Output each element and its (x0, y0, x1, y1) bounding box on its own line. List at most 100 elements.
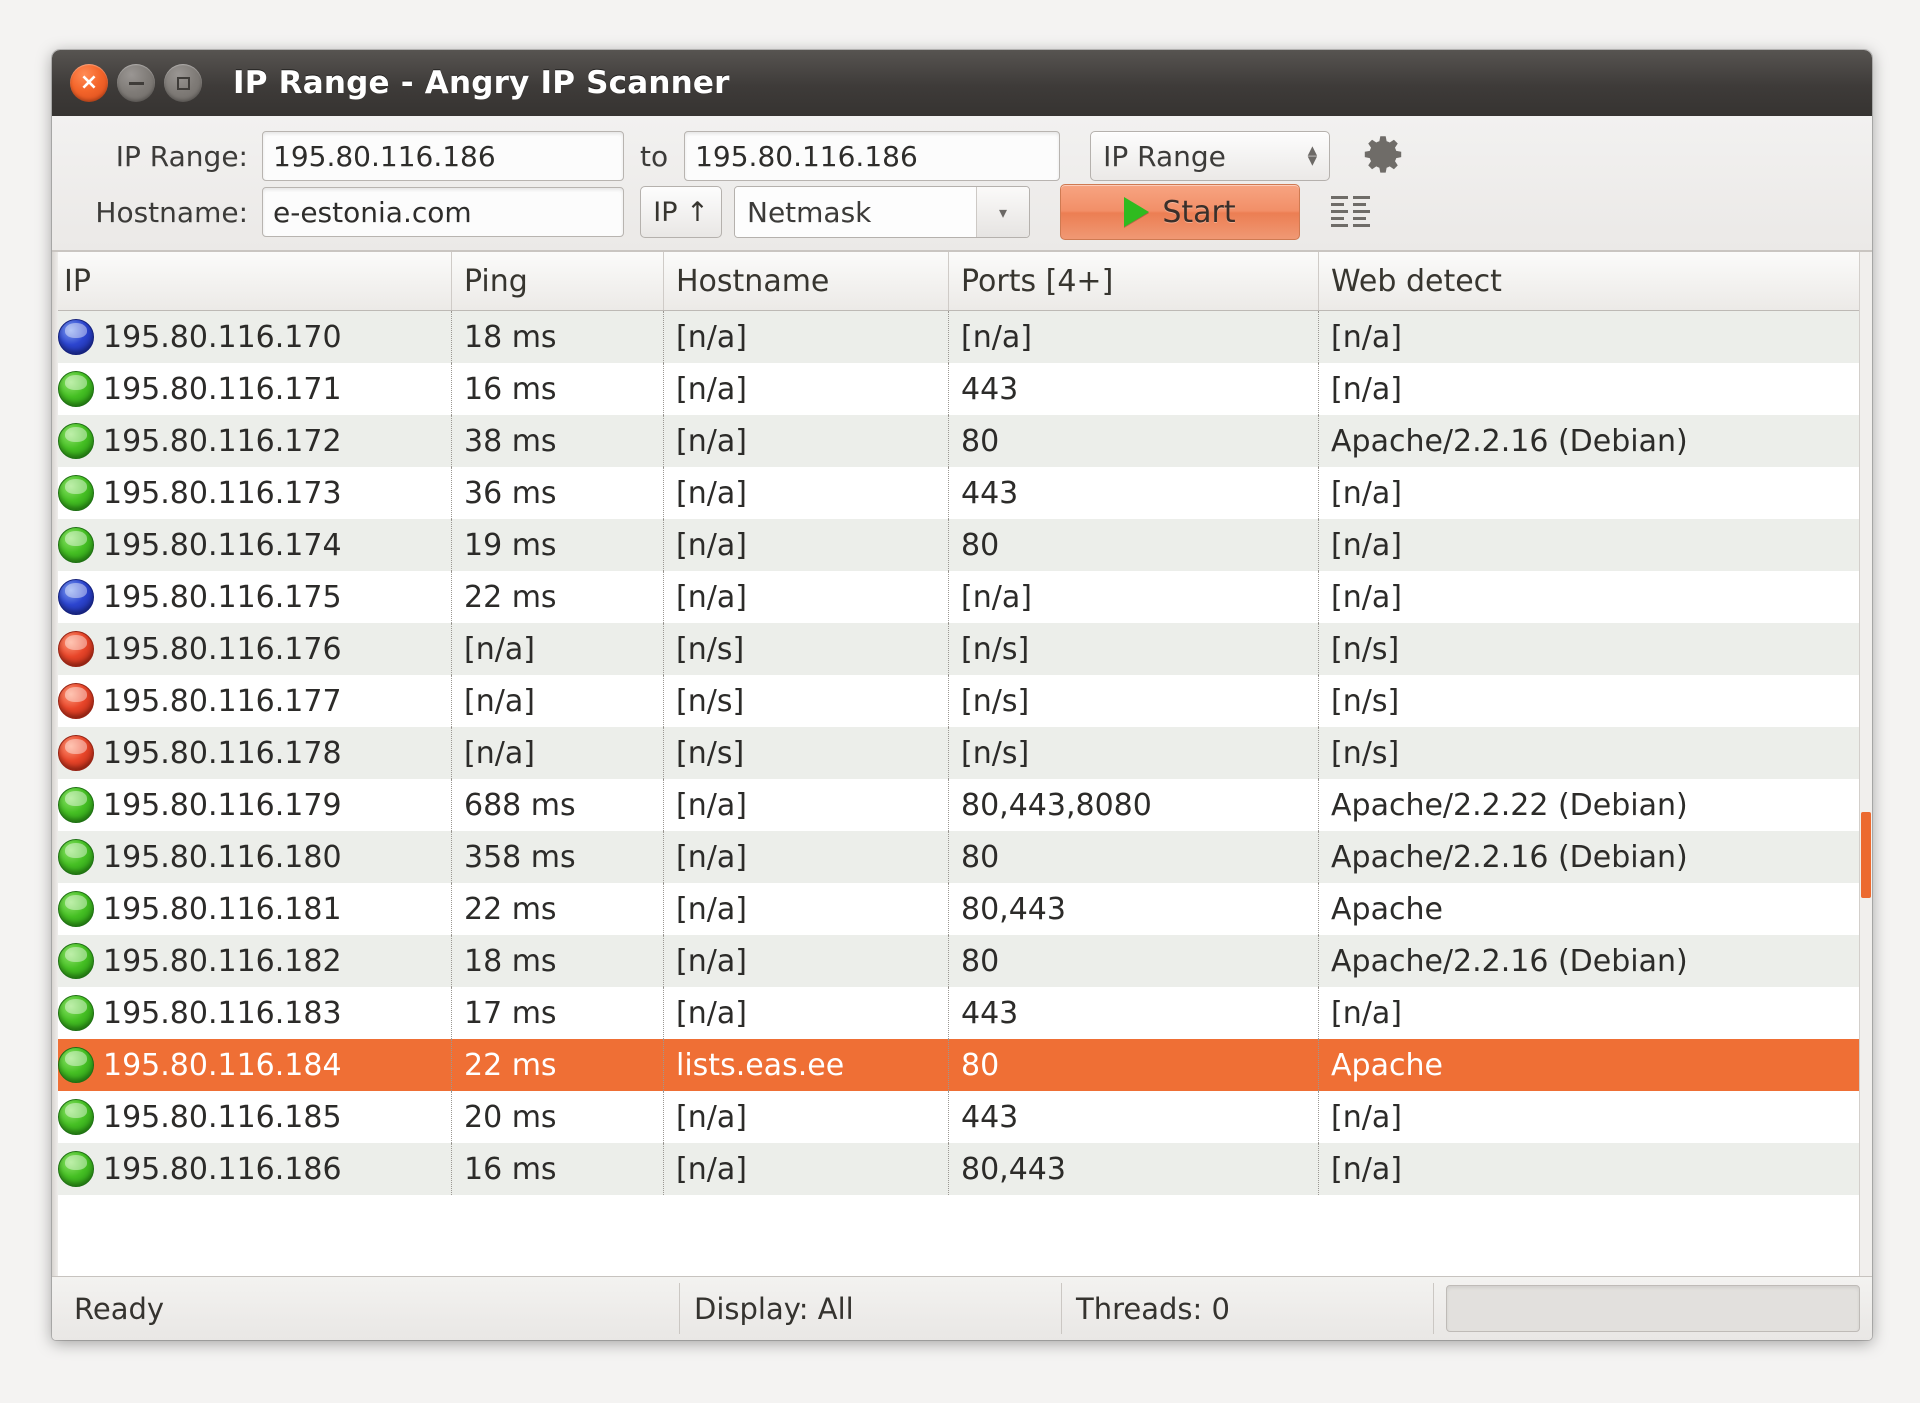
cell-ping: 38 ms (452, 415, 664, 467)
maximize-window-button[interactable] (164, 64, 202, 102)
cell-ip-label: 195.80.116.185 (103, 1099, 342, 1135)
table-row[interactable]: 195.80.116.185 20 ms [n/a] 443 [n/a] (52, 1091, 1872, 1143)
cell-ip-label: 195.80.116.175 (103, 579, 342, 615)
maximize-icon (164, 64, 202, 102)
netmask-combobox[interactable]: Netmask ▾ (734, 186, 1030, 238)
cell-ip: 195.80.116.174 (52, 519, 452, 571)
ip-up-button[interactable]: IP ↑ (640, 186, 722, 238)
cell-ports: [n/s] (949, 675, 1319, 727)
table-row[interactable]: 195.80.116.173 36 ms [n/a] 443 [n/a] (52, 467, 1872, 519)
vertical-scrollbar-thumb[interactable] (1861, 812, 1871, 898)
cell-web-detect: Apache/2.2.16 (Debian) (1331, 943, 1688, 979)
chevron-down-icon[interactable]: ▾ (976, 187, 1029, 237)
column-header-hostname[interactable]: Hostname (664, 252, 949, 310)
cell-ip: 195.80.116.183 (52, 987, 452, 1039)
scan-progress-bar (1446, 1285, 1860, 1332)
columns-settings-button[interactable] (1326, 189, 1376, 235)
cell-ping: [n/a] (452, 727, 664, 779)
cell-hostname: lists.eas.ee (664, 1039, 949, 1091)
close-window-button[interactable]: × (70, 64, 108, 102)
table-row[interactable]: 195.80.116.174 19 ms [n/a] 80 [n/a] (52, 519, 1872, 571)
table-row[interactable]: 195.80.116.170 18 ms [n/a] [n/a] [n/a] (52, 311, 1872, 363)
status-green-icon (58, 527, 94, 563)
cell-hostname: [n/s] (664, 675, 949, 727)
cell-ip-label: 195.80.116.176 (103, 631, 342, 667)
table-left-edge (52, 252, 58, 1276)
table-row[interactable]: 195.80.116.186 16 ms [n/a] 80,443 [n/a] (52, 1143, 1872, 1195)
status-green-icon (58, 475, 94, 511)
cell-ip-label: 195.80.116.181 (103, 891, 342, 927)
cell-hostname: [n/a] (664, 935, 949, 987)
results-table: IP Ping Hostname Ports [4+] Web detect 1… (52, 251, 1872, 1276)
table-body: 195.80.116.170 18 ms [n/a] [n/a] [n/a] 195.80… (52, 311, 1872, 1276)
table-row[interactable]: 195.80.116.172 38 ms [n/a] 80 Apache/2.2.16 … (52, 415, 1872, 467)
feeder-select-value: IP Range (1103, 139, 1226, 173)
hostname-label: Hostname: (95, 195, 248, 229)
hostname-input[interactable] (262, 187, 624, 237)
preferences-button[interactable] (1356, 129, 1410, 183)
table-row[interactable]: 195.80.116.171 16 ms [n/a] 443 [n/a] (52, 363, 1872, 415)
cell-ip: 195.80.116.186 (52, 1143, 452, 1195)
table-row[interactable]: 195.80.116.178 [n/a] [n/s] [n/s] [n/s] (52, 727, 1872, 779)
vertical-scrollbar[interactable] (1859, 252, 1872, 1276)
status-green-icon (58, 1047, 94, 1083)
start-scan-button[interactable]: Start (1060, 184, 1300, 240)
status-red-icon (58, 631, 94, 667)
table-row[interactable]: 195.80.116.184 22 ms lists.eas.ee 80 Apache (52, 1039, 1872, 1091)
table-row[interactable]: 195.80.116.181 22 ms [n/a] 80,443 Apache (52, 883, 1872, 935)
table-row[interactable]: 195.80.116.179 688 ms [n/a] 80,443,8080 Apac… (52, 779, 1872, 831)
cell-hostname: [n/a] (664, 883, 949, 935)
table-row[interactable]: 195.80.116.175 22 ms [n/a] [n/a] [n/a] (52, 571, 1872, 623)
column-header-web-detect[interactable]: Web detect (1319, 252, 1872, 310)
cell-ip-label: 195.80.116.183 (103, 995, 342, 1031)
cell-hostname: [n/a] (664, 1143, 949, 1195)
column-header-ports[interactable]: Ports [4+] (949, 252, 1319, 310)
cell-ping: 16 ms (452, 363, 664, 415)
cell-web-detect: Apache (1331, 891, 1443, 927)
cell-web-detect: [n/a] (1331, 1151, 1402, 1187)
cell-ip: 195.80.116.180 (52, 831, 452, 883)
minimize-window-button[interactable] (117, 64, 155, 102)
cell-hostname: [n/a] (664, 831, 949, 883)
start-scan-button-label: Start (1162, 194, 1236, 230)
cell-ip-label: 195.80.116.178 (103, 735, 342, 771)
ip-range-to-input[interactable] (684, 131, 1061, 181)
minimize-icon (117, 64, 155, 102)
cell-ip: 195.80.116.178 (52, 727, 452, 779)
cell-ip: 195.80.116.182 (52, 935, 452, 987)
status-green-icon (58, 423, 94, 459)
table-row[interactable]: 195.80.116.176 [n/a] [n/s] [n/s] [n/s] (52, 623, 1872, 675)
cell-ip: 195.80.116.184 (52, 1039, 452, 1091)
ip-range-from-input[interactable] (262, 131, 624, 181)
cell-ping: 22 ms (452, 1039, 664, 1091)
cell-ports: 80,443 (949, 1143, 1319, 1195)
cell-ip-label: 195.80.116.186 (103, 1151, 342, 1187)
table-row[interactable]: 195.80.116.183 17 ms [n/a] 443 [n/a] (52, 987, 1872, 1039)
table-row[interactable]: 195.80.116.180 358 ms [n/a] 80 Apache/2.2.16… (52, 831, 1872, 883)
cell-ip: 195.80.116.175 (52, 571, 452, 623)
cell-hostname: [n/a] (664, 467, 949, 519)
table-row[interactable]: 195.80.116.177 [n/a] [n/s] [n/s] [n/s] (52, 675, 1872, 727)
column-header-ping[interactable]: Ping (452, 252, 664, 310)
cell-ports: 443 (949, 1091, 1319, 1143)
table-row[interactable]: 195.80.116.182 18 ms [n/a] 80 Apache/2.2.16 … (52, 935, 1872, 987)
application-window: × IP Range - Angry IP Scanner IP Range: … (52, 50, 1872, 1340)
cell-ip-label: 195.80.116.170 (103, 319, 342, 355)
cell-ping: 19 ms (452, 519, 664, 571)
cell-ports: 80 (949, 519, 1319, 571)
cell-web-detect: [n/s] (1331, 631, 1400, 667)
feeder-select[interactable]: IP Range ▴ ▾ (1090, 131, 1331, 181)
cell-web-detect: [n/a] (1331, 475, 1402, 511)
cell-ip: 195.80.116.185 (52, 1091, 452, 1143)
ip-range-label: IP Range: (115, 139, 248, 173)
status-green-icon (58, 891, 94, 927)
status-green-icon (58, 995, 94, 1031)
cell-ping: 36 ms (452, 467, 664, 519)
cell-ip: 195.80.116.179 (52, 779, 452, 831)
cell-ip-label: 195.80.116.180 (103, 839, 342, 875)
cell-ports: [n/s] (949, 623, 1319, 675)
window-title: IP Range - Angry IP Scanner (233, 65, 730, 101)
cell-ping: 18 ms (452, 935, 664, 987)
cell-ports: 80 (949, 935, 1319, 987)
column-header-ip[interactable]: IP (52, 252, 452, 310)
